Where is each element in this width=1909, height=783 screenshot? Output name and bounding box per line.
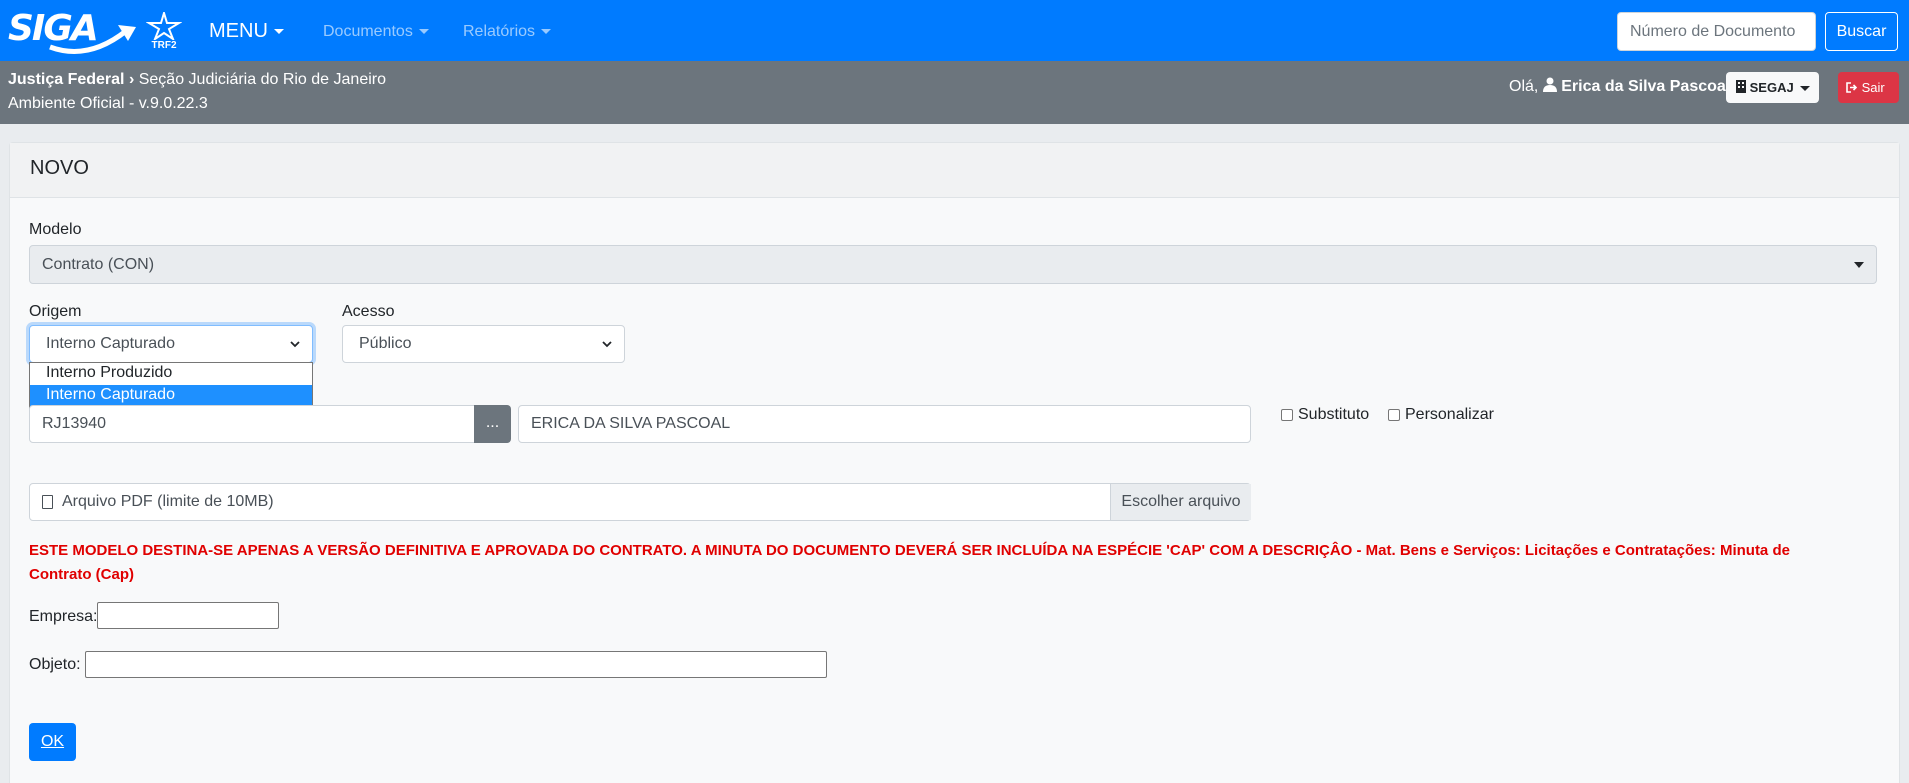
page-title: NOVO — [30, 157, 89, 179]
document-number-search-input[interactable] — [1617, 12, 1816, 51]
chevron-down-icon — [273, 29, 284, 35]
subscritor-matricula-value: RJ13940 — [42, 415, 107, 432]
modelo-label: Modelo — [29, 221, 82, 238]
nav-relatorios[interactable]: Relatórios — [463, 23, 552, 41]
chevron-down-icon — [602, 340, 612, 347]
greeting-text: Olá, — [1509, 78, 1539, 95]
breadcrumb-section: Seção Judiciária do Rio de Janeiro — [138, 71, 386, 88]
origem-select[interactable]: Interno Capturado — [29, 325, 313, 363]
chevron-down-icon — [541, 29, 552, 35]
empresa-input[interactable] — [97, 602, 279, 629]
main-menu-label: MENU — [209, 20, 268, 42]
model-warning-text: ESTE MODELO DESTINA-SE APENAS A VERSÃO D… — [29, 542, 1790, 583]
acesso-label: Acesso — [342, 303, 395, 320]
nav-documentos[interactable]: Documentos — [323, 23, 429, 41]
subscritor-search-button[interactable]: ... — [474, 405, 511, 443]
substituto-checkbox[interactable] — [1281, 409, 1293, 421]
top-navbar: SIGA TRF2 MENU Documentos Relatórios Bus… — [0, 0, 1909, 61]
chevron-right-icon: › — [128, 71, 135, 88]
new-document-card: NOVO — [9, 142, 1900, 783]
origem-options-list: Interno Produzido Interno Capturado — [29, 362, 313, 409]
personalizar-checkbox[interactable] — [1388, 409, 1400, 421]
substituto-label: Substituto — [1298, 406, 1370, 423]
main-menu-toggle[interactable]: MENU — [209, 20, 284, 43]
choose-file-button[interactable]: Escolher arquivo — [1110, 484, 1251, 520]
breadcrumb: Justiça Federal › Seção Judiciária do Ri… — [8, 71, 386, 89]
origem-label: Origem — [29, 303, 82, 320]
sign-out-icon — [1846, 82, 1858, 93]
subscritor-matricula-input[interactable]: RJ13940 — [29, 405, 475, 443]
trf2-logo-text: TRF2 — [151, 40, 177, 51]
logo-swoosh-icon — [49, 25, 136, 54]
ok-button[interactable]: OK — [29, 723, 76, 761]
file-pdf-icon — [42, 495, 53, 509]
lotacao-dropdown-button[interactable]: SEGAJ — [1726, 72, 1819, 103]
breadcrumb-org: Justiça Federal — [8, 71, 125, 88]
building-icon — [1736, 80, 1746, 93]
trf2-logo: TRF2 — [145, 9, 183, 54]
chevron-down-icon — [1799, 86, 1810, 92]
origem-option-capturado[interactable]: Interno Capturado — [30, 385, 312, 407]
file-input-label: Arquivo PDF (limite de 10MB) — [62, 493, 274, 510]
card-header: NOVO — [10, 143, 1899, 198]
nav-relatorios-label: Relatórios — [463, 23, 536, 40]
empresa-label: Empresa: — [29, 608, 98, 625]
acesso-select[interactable]: Público — [342, 325, 625, 363]
subscritor-nome-value: ERICA DA SILVA PASCOAL — [531, 415, 731, 432]
modelo-value: Contrato (CON) — [42, 255, 155, 273]
context-bar: Justiça Federal › Seção Judiciária do Ri… — [0, 61, 1909, 124]
objeto-label: Objeto: — [29, 656, 81, 673]
search-button[interactable]: Buscar — [1825, 12, 1898, 51]
acesso-value: Público — [359, 335, 412, 352]
origem-option-produzido[interactable]: Interno Produzido — [30, 363, 312, 385]
logout-button[interactable]: Sair — [1838, 72, 1899, 103]
user-greeting: Olá, Erica da Silva Pascoal — [1509, 77, 1730, 96]
user-name: Erica da Silva Pascoal — [1561, 78, 1731, 95]
logout-label: Sair — [1861, 80, 1885, 95]
user-icon — [1542, 77, 1557, 92]
lotacao-label: SEGAJ — [1749, 80, 1794, 95]
caret-down-icon — [1854, 261, 1864, 268]
environment-version: Ambiente Oficial - v.9.0.22.3 — [8, 95, 208, 112]
nav-documentos-label: Documentos — [323, 23, 413, 40]
personalizar-label: Personalizar — [1405, 406, 1494, 423]
pdf-file-input[interactable]: Arquivo PDF (limite de 10MB) Escolher ar… — [29, 483, 1251, 521]
trf2-emblem-icon — [145, 9, 183, 42]
chevron-down-icon — [290, 340, 300, 347]
origem-value: Interno Capturado — [46, 335, 175, 352]
chevron-down-icon — [418, 29, 429, 35]
modelo-select[interactable]: Contrato (CON) — [29, 245, 1877, 284]
subscritor-nome-field: ERICA DA SILVA PASCOAL — [518, 405, 1251, 443]
objeto-input[interactable] — [85, 651, 827, 678]
